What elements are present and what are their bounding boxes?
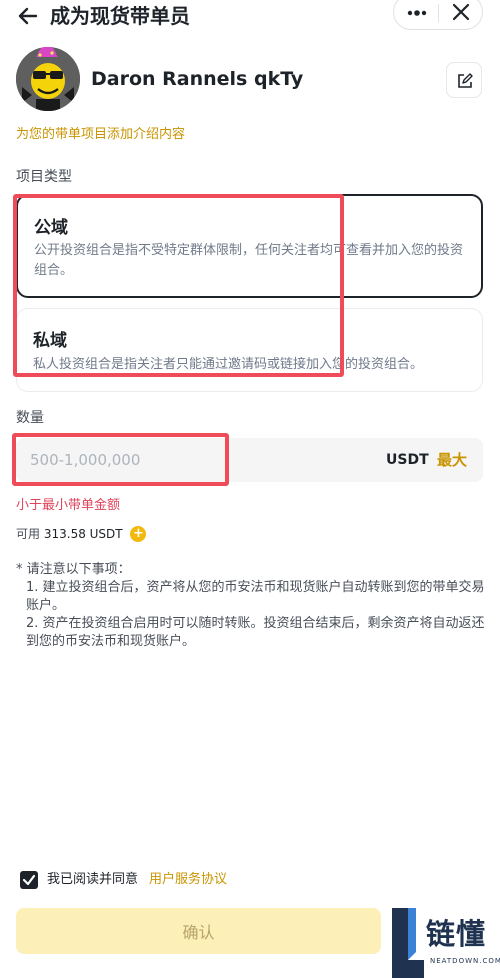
amount-label: 数量 xyxy=(16,410,44,426)
watermark-text: 链懂 xyxy=(426,917,487,951)
more-dots-icon xyxy=(407,10,427,16)
edit-profile-button[interactable] xyxy=(446,62,482,98)
page-title: 成为现货带单员 xyxy=(50,4,190,28)
mini-program-capsule xyxy=(393,0,483,30)
avatar-cartoon-icon xyxy=(16,47,80,111)
capsule-divider xyxy=(438,4,439,22)
amount-field: USDT 最大 xyxy=(16,438,483,482)
avatar xyxy=(16,47,80,111)
plus-circle-icon[interactable]: + xyxy=(130,525,147,542)
max-button[interactable]: 最大 xyxy=(437,449,467,471)
header-bar: 成为现货带单员 xyxy=(0,0,500,34)
option-card-private[interactable]: 私域 私人投资组合是指关注者只能通过邀请码或链接加入您的投资组合。 xyxy=(16,308,483,392)
notes-heading: * 请注意以下事项： xyxy=(16,562,131,577)
option-title-private: 私域 xyxy=(33,331,67,351)
user-agreement-link[interactable]: 用户服务协议 xyxy=(149,871,227,889)
amount-unit: USDT xyxy=(386,452,429,468)
agree-checkbox[interactable] xyxy=(20,871,38,889)
amount-input[interactable] xyxy=(30,438,230,482)
close-icon xyxy=(452,3,470,21)
back-button[interactable] xyxy=(14,2,42,30)
note-item: 1. 建立投资组合后，资产将从您的币安法币和现货账户自动转账到您的带单交易账户。 xyxy=(26,580,485,613)
close-button[interactable] xyxy=(446,1,476,25)
add-intro-link[interactable]: 为您的带单项目添加介绍内容 xyxy=(16,126,185,144)
more-button[interactable] xyxy=(402,1,432,25)
amount-error: 小于最小带单金额 xyxy=(16,498,121,513)
available-balance: 可用 313.58 USDT + xyxy=(16,525,147,545)
notes-section: * 请注意以下事项： 1. 建立投资组合后，资产将从您的币安法币和现货账户自动转… xyxy=(16,561,486,651)
option-title-public: 公域 xyxy=(34,218,68,238)
edit-icon xyxy=(458,73,473,88)
watermark-logo: 链懂 NEATDOWN.COM xyxy=(388,908,500,978)
user-name: Daron Rannels qkTy xyxy=(91,68,304,90)
available-label: 可用 xyxy=(16,527,41,541)
project-type-label: 项目类型 xyxy=(16,169,72,185)
available-value: 313.58 USDT xyxy=(43,527,123,541)
note-item: 2. 资产在投资组合启用时可以随时转账。投资组合结束后，剩余资产将自动返还到您的… xyxy=(26,616,485,649)
watermark-l-icon xyxy=(392,908,424,978)
watermark-subtext: NEATDOWN.COM xyxy=(430,957,500,965)
agree-text: 我已阅读并同意 xyxy=(47,872,139,887)
check-icon xyxy=(22,874,36,886)
confirm-button[interactable]: 确认 xyxy=(16,908,381,954)
arrow-left-icon xyxy=(18,7,38,25)
option-desc-private: 私人投资组合是指关注者只能通过邀请码或链接加入您的投资组合。 xyxy=(33,357,424,372)
option-card-public[interactable]: 公域 公开投资组合是指不受特定群体限制，任何关注者均可查看并加入您的投资组合。 xyxy=(16,194,483,298)
option-desc-public: 公开投资组合是指不受特定群体限制，任何关注者均可查看并加入您的投资组合。 xyxy=(34,243,464,278)
